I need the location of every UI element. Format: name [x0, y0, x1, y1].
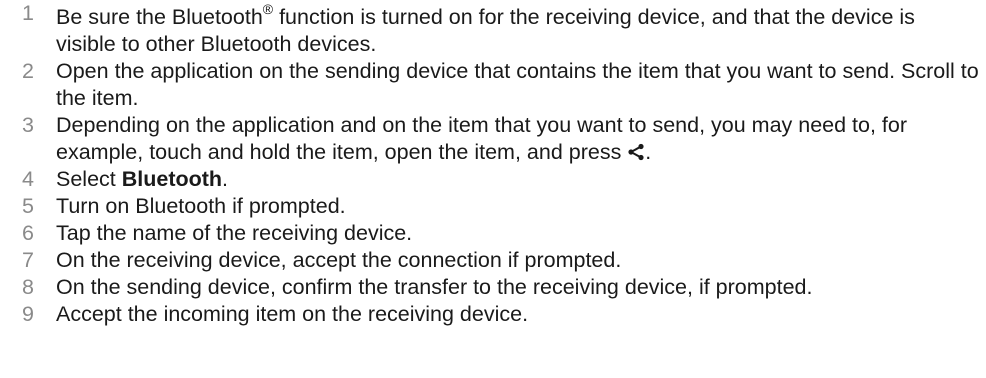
step-number: 2 — [22, 59, 34, 83]
share-icon — [627, 141, 645, 161]
step-number: 7 — [22, 248, 34, 272]
step-number: 6 — [22, 221, 34, 245]
instruction-steps: 1 Be sure the Bluetooth® function is tur… — [0, 0, 986, 378]
step-text: Be sure the Bluetooth® function is turne… — [56, 0, 915, 56]
step-4: 4 Select Bluetooth. — [20, 166, 980, 193]
registered-mark: ® — [262, 0, 274, 17]
step-3: 3 Depending on the application and on th… — [20, 112, 980, 166]
step-number: 1 — [22, 1, 34, 25]
step-8: 8 On the sending device, confirm the tra… — [20, 274, 980, 301]
step-number: 4 — [22, 167, 34, 191]
step-number: 3 — [22, 113, 34, 137]
step-number: 8 — [22, 275, 34, 299]
step-text: Turn on Bluetooth if prompted. — [56, 194, 346, 218]
step-text: Select Bluetooth. — [56, 167, 229, 191]
step-text: Accept the incoming item on the receivin… — [56, 302, 529, 326]
step-text: Depending on the application and on the … — [56, 113, 908, 164]
step-number: 5 — [22, 194, 34, 218]
step-6: 6 Tap the name of the receiving device. — [20, 220, 980, 247]
step-text: Tap the name of the receiving device. — [56, 221, 413, 245]
step-number: 9 — [22, 302, 34, 326]
step-9: 9 Accept the incoming item on the receiv… — [20, 301, 980, 328]
step-text: Open the application on the sending devi… — [56, 59, 979, 110]
step-5: 5 Turn on Bluetooth if prompted. — [20, 193, 980, 220]
step-1: 1 Be sure the Bluetooth® function is tur… — [20, 0, 980, 58]
step-text: On the receiving device, accept the conn… — [56, 248, 622, 272]
step-2: 2 Open the application on the sending de… — [20, 58, 980, 112]
step-text: On the sending device, confirm the trans… — [56, 275, 813, 299]
bluetooth-option-label: Bluetooth — [121, 167, 223, 191]
step-7: 7 On the receiving device, accept the co… — [20, 247, 980, 274]
